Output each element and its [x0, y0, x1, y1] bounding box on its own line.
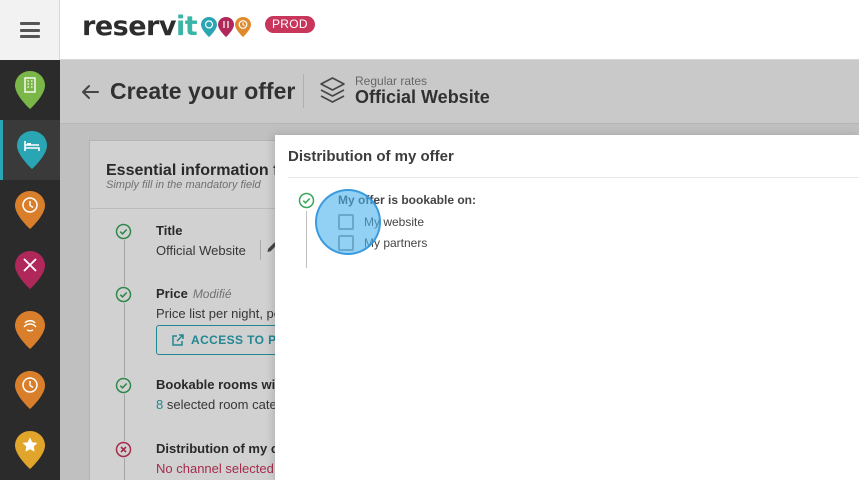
my-website-checkbox[interactable]: [338, 214, 354, 230]
check-circle-icon: [298, 192, 315, 209]
my-partners-checkbox[interactable]: [338, 235, 354, 251]
menu-button[interactable]: [0, 0, 60, 60]
spa-pin-icon: [15, 311, 45, 349]
clock-pin-icon: [15, 371, 45, 409]
bed-pin-icon: [16, 131, 47, 169]
divider: [288, 177, 859, 178]
clock-pin-icon: [15, 191, 45, 229]
sidebar-item-restaurant[interactable]: [0, 240, 60, 300]
app-logo[interactable]: reservit: [82, 10, 252, 42]
sidebar-item-reviews[interactable]: [0, 420, 60, 480]
sidebar-item-schedule[interactable]: [0, 180, 60, 240]
option-label: My partners: [364, 236, 428, 250]
bookable-label: My offer is bookable on:: [338, 193, 477, 207]
logo-pin-icon: [235, 17, 252, 37]
panel-title: Distribution of my offer: [288, 148, 454, 165]
star-pin-icon: [15, 431, 45, 469]
sidebar-item-hotel[interactable]: [0, 60, 60, 120]
option-label: My website: [364, 215, 425, 229]
sidebar-item-rooms[interactable]: [0, 120, 60, 180]
option-my-partners[interactable]: My partners: [338, 234, 427, 252]
logo-pin-icon: [201, 17, 218, 37]
sidebar: [0, 60, 60, 480]
logo-pins: [201, 17, 252, 37]
sidebar-item-spa[interactable]: [0, 300, 60, 360]
sidebar-item-activities[interactable]: [0, 360, 60, 420]
restaurant-pin-icon: [15, 251, 45, 289]
distribution-panel: Distribution of my offer My offer is boo…: [275, 135, 859, 480]
env-badge: PROD: [265, 16, 315, 33]
logo-pin-icon: [218, 17, 235, 37]
hamburger-icon: [19, 22, 40, 38]
top-bar: reservit PROD: [0, 0, 859, 60]
logo-text: reservit: [82, 10, 198, 42]
option-my-website[interactable]: My website: [338, 213, 424, 231]
timeline-line: [306, 211, 307, 268]
hotel-pin-icon: [15, 71, 45, 109]
